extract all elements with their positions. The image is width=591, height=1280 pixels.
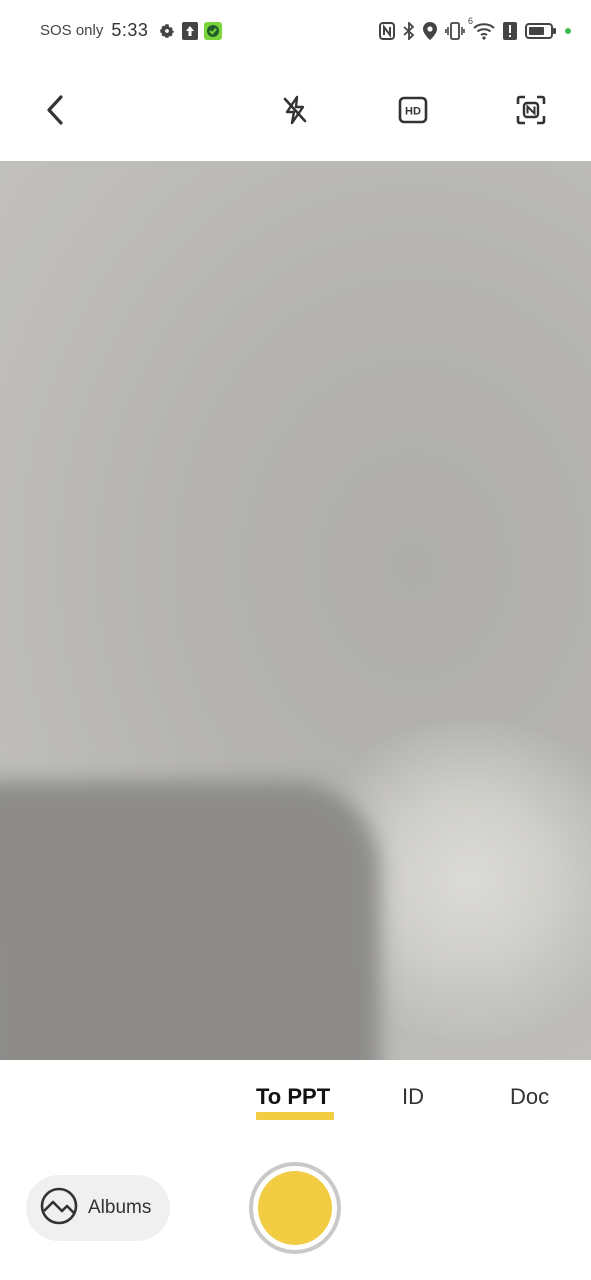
battery-icon: [525, 22, 557, 40]
hd-button[interactable]: HD: [391, 90, 435, 134]
vibrate-icon: [445, 22, 465, 40]
upload-icon: [182, 21, 199, 40]
settings-gear-icon: [158, 22, 176, 40]
carrier-text: SOS only: [40, 22, 104, 39]
gallery-icon: [40, 1187, 78, 1230]
back-button[interactable]: [33, 90, 77, 134]
status-dot: [565, 28, 571, 34]
mode-to-ppt[interactable]: To PPT: [256, 1084, 330, 1110]
camera-viewfinder[interactable]: [0, 161, 591, 1060]
camera-toolbar: HD: [0, 66, 591, 161]
shutter-button[interactable]: [249, 1162, 341, 1254]
back-arrow-icon: [43, 94, 67, 130]
location-icon: [423, 22, 437, 40]
flash-off-icon: [281, 95, 309, 130]
network-type-label: 6: [468, 16, 474, 26]
nfc-icon: [379, 22, 395, 40]
active-mode-indicator: [256, 1112, 334, 1120]
auto-capture-icon: [516, 95, 546, 130]
status-bar: SOS only 5:33 6: [0, 0, 591, 66]
clock-time: 5:33: [111, 20, 149, 40]
viewfinder-shadow: [0, 781, 380, 1060]
bluetooth-icon: [403, 22, 415, 40]
albums-button[interactable]: Albums: [26, 1175, 170, 1241]
svg-text:HD: HD: [405, 105, 421, 117]
security-app-icon: [204, 21, 223, 40]
mode-doc[interactable]: Doc: [510, 1084, 549, 1110]
mode-id[interactable]: ID: [402, 1084, 424, 1110]
status-left: SOS only 5:33: [40, 20, 223, 41]
mode-selector: To PPT ID Doc: [0, 1060, 591, 1140]
wifi-icon: 6: [468, 16, 495, 40]
albums-label: Albums: [88, 1197, 152, 1218]
auto-capture-button[interactable]: [509, 90, 553, 134]
flash-toggle-button[interactable]: [273, 90, 317, 134]
hd-icon: HD: [398, 96, 428, 129]
status-right: 6: [379, 16, 571, 40]
shutter-core: [258, 1171, 332, 1245]
alert-icon: [503, 22, 517, 40]
